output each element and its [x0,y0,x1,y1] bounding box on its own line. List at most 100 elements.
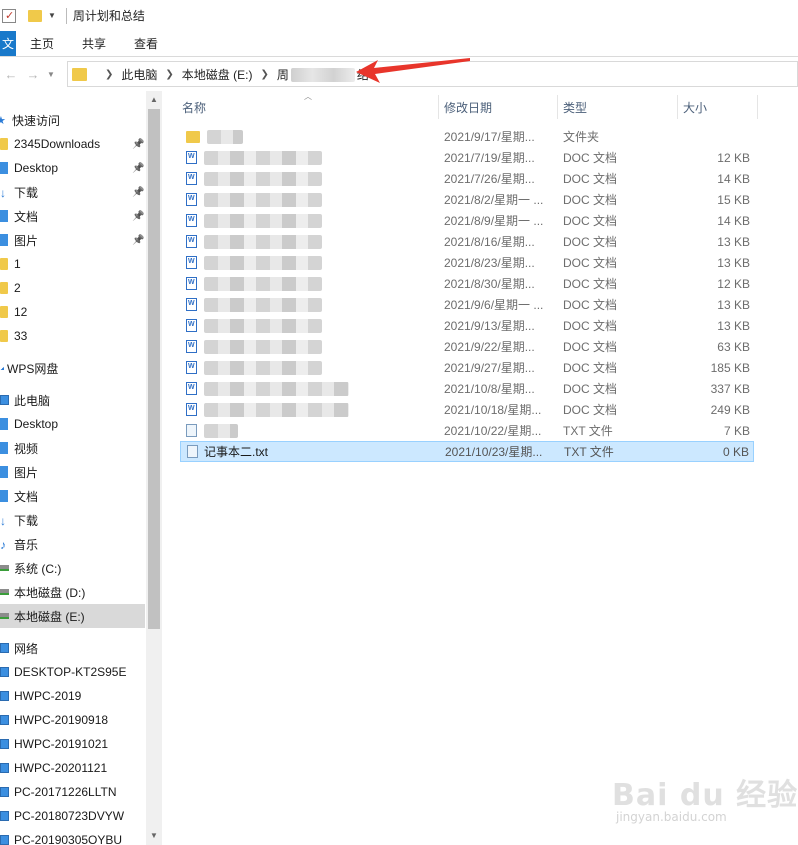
file-row[interactable]: 2021/9/17/星期... 文件夹 [180,126,754,147]
breadcrumb-this-pc[interactable]: 此电脑 [121,66,157,83]
sidebar-item[interactable]: ☁WPS网盘 [0,356,145,380]
back-arrow-icon[interactable]: ← [0,67,22,82]
sidebar-item[interactable]: HWPC-20190918 [0,708,145,732]
column-divider[interactable] [557,95,558,119]
chevron-right-icon[interactable]: ❯ [260,69,268,80]
sidebar-item-label: HWPC-20190918 [14,713,109,727]
sidebar-item[interactable]: 系统 (C:) [0,556,145,580]
file-size: 13 KB [717,255,750,270]
column-divider[interactable] [438,95,439,119]
sidebar-item[interactable]: PC-20171226LLTN [0,780,145,804]
file-row[interactable]: 2021/8/16/星期... DOC 文档 13 KB [180,231,754,252]
column-divider[interactable] [677,95,678,119]
baidu-jingyan-watermark: Bai du 经验 jingyan.baidu.com [612,752,797,832]
file-type: DOC 文档 [563,340,618,354]
breadcrumb-drive-e[interactable]: 本地磁盘 (E:) [182,66,253,83]
blurred-file-name [204,339,322,354]
sidebar-item[interactable]: PC-20180723DVYW [0,804,145,828]
sidebar-item[interactable]: ↓ 下载 📌 [0,180,145,204]
forward-arrow-icon[interactable]: → [22,67,44,82]
file-row[interactable]: 2021/8/30/星期... DOC 文档 12 KB [180,273,754,294]
recent-locations-chevron-icon[interactable]: ▼ [44,70,58,79]
file-row[interactable]: 2021/8/23/星期... DOC 文档 13 KB [180,252,754,273]
column-header-size[interactable]: 大小 [683,95,707,119]
file-row[interactable]: 2021/9/13/星期... DOC 文档 13 KB [180,315,754,336]
file-row[interactable]: 2021/9/27/星期... DOC 文档 185 KB [180,357,754,378]
file-type: 文件夹 [563,130,600,144]
scroll-up-icon[interactable]: ▲ [150,95,158,104]
sidebar-item[interactable]: ♪ 音乐 [0,532,145,556]
navigation-pane-scrollbar[interactable]: ▲ ▼ [146,91,162,845]
sidebar-item[interactable]: 1 [0,252,145,276]
chevron-right-icon[interactable]: ❯ [105,69,113,80]
sidebar-item-label: HWPC-20201121 [14,761,108,775]
file-row[interactable]: 2021/9/6/星期一 ... DOC 文档 13 KB [180,294,754,315]
title-bar: ▼ 周计划和总结 [0,0,798,31]
file-row[interactable]: 2021/10/8/星期... DOC 文档 337 KB [180,378,754,399]
tab-view[interactable]: 查看 [120,31,172,56]
file-row[interactable]: 2021/8/2/星期一 ... DOC 文档 15 KB [180,189,754,210]
scroll-down-icon[interactable]: ▼ [150,831,158,840]
tab-file[interactable]: 文 [0,31,16,56]
column-header-date[interactable]: 修改日期 [444,95,492,119]
sidebar-item[interactable]: 2345Downloads 📌 [0,132,145,156]
file-row[interactable]: 2021/9/22/星期... DOC 文档 63 KB [180,336,754,357]
sidebar-item[interactable]: DESKTOP-KT2S95E [0,660,145,684]
column-header-name[interactable]: 名称 [182,95,206,119]
file-name-cell [186,129,243,144]
file-row[interactable]: 2021/10/22/星期... TXT 文件 7 KB [180,420,754,441]
chevron-down-icon[interactable]: ▼ [48,11,56,20]
file-row[interactable]: 2021/8/9/星期一 ... DOC 文档 14 KB [180,210,754,231]
file-modified-date: 2021/9/13/星期... [444,319,535,333]
sidebar-item[interactable]: ↓ 下载 [0,508,145,532]
sidebar-item[interactable]: 文档 [0,484,145,508]
tab-home[interactable]: 主页 [16,31,68,56]
file-modified-date: 2021/10/22/星期... [444,424,542,438]
sidebar-item[interactable]: 2 [0,276,145,300]
blurred-file-name [204,402,349,417]
sidebar-item[interactable]: ★ 快速访问 [0,108,145,132]
tab-share[interactable]: 共享 [68,31,120,56]
sidebar-item[interactable]: 网络 [0,636,145,660]
file-modified-date: 2021/7/19/星期... [444,151,535,165]
folder-icon [0,258,8,270]
file-row[interactable]: 2021/7/26/星期... DOC 文档 14 KB [180,168,754,189]
file-row[interactable]: 2021/10/18/星期... DOC 文档 249 KB [180,399,754,420]
file-modified-date: 2021/9/22/星期... [444,340,535,354]
file-modified-date: 2021/8/23/星期... [444,256,535,270]
blurred-file-name [204,276,322,291]
file-size: 12 KB [717,150,750,165]
watermark-sub-text: jingyan.baidu.com [616,810,727,824]
sidebar-item-label: 下载 [14,185,39,200]
sidebar-item[interactable]: Desktop 📌 [0,156,145,180]
sidebar-item[interactable]: 本地磁盘 (D:) [0,580,145,604]
sidebar-item[interactable]: HWPC-20201121 [0,756,145,780]
sidebar-item[interactable]: 图片 📌 [0,228,145,252]
column-divider[interactable] [757,95,758,119]
sidebar-item[interactable]: 此电脑 [0,388,145,412]
sidebar-item[interactable]: 33 [0,324,145,348]
sidebar-item[interactable]: HWPC-20191021 [0,732,145,756]
sidebar-item[interactable]: HWPC-2019 [0,684,145,708]
star-icon: ★ [0,115,6,127]
sidebar-item[interactable]: Desktop [0,412,145,436]
sidebar-item[interactable]: 图片 [0,460,145,484]
sidebar-item[interactable]: 本地磁盘 (E:) [0,604,145,628]
word-document-icon [186,340,197,353]
sidebar-item[interactable]: 12 [0,300,145,324]
file-name-cell [186,423,238,438]
new-folder-icon[interactable] [28,9,42,22]
file-row[interactable]: 记事本二.txt 2021/10/23/星期... TXT 文件 0 KB [180,441,754,462]
properties-icon[interactable] [2,8,16,23]
sidebar-item[interactable]: 文档 📌 [0,204,145,228]
folder-icon [0,306,8,318]
sidebar-item[interactable]: 视频 [0,436,145,460]
window-title: 周计划和总结 [72,9,145,23]
file-modified-date: 2021/9/27/星期... [444,361,535,375]
sidebar-item-label: 本地磁盘 (D:) [14,585,86,600]
column-header-type[interactable]: 类型 [563,95,587,119]
sidebar-item[interactable]: PC-20190305OYBU [0,828,145,845]
file-row[interactable]: 2021/7/19/星期... DOC 文档 12 KB [180,147,754,168]
scrollbar-thumb[interactable] [148,109,160,629]
chevron-right-icon[interactable]: ❯ [165,69,173,80]
